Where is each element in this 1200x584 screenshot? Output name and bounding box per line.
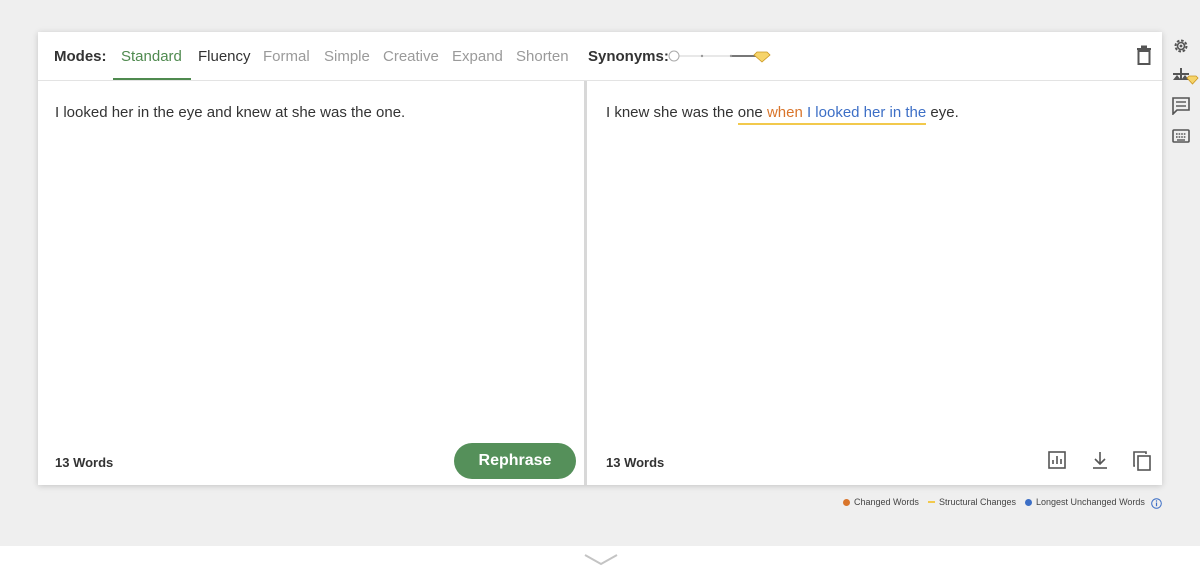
pane-divider[interactable] bbox=[584, 81, 587, 485]
legend-longest-label: Longest Unchanged Words bbox=[1036, 497, 1145, 507]
chevron-down-icon[interactable] bbox=[584, 553, 618, 567]
legend-changed-words: Changed Words bbox=[843, 497, 919, 507]
mode-tab-expand[interactable]: Expand bbox=[452, 48, 503, 65]
trash-icon[interactable] bbox=[1136, 45, 1152, 65]
output-text[interactable]: I knew she was the one when I looked her… bbox=[606, 104, 959, 125]
settings-gear-icon[interactable] bbox=[1172, 37, 1190, 55]
mode-tab-creative[interactable]: Creative bbox=[383, 48, 439, 65]
premium-diamond-icon bbox=[753, 51, 771, 63]
changed-dot-icon bbox=[843, 498, 850, 506]
statistics-icon[interactable] bbox=[1048, 451, 1066, 469]
output-segment-unchanged: I knew she was the bbox=[606, 104, 738, 121]
structural-dash-icon bbox=[928, 501, 935, 503]
rephrase-button[interactable]: Rephrase bbox=[454, 443, 576, 479]
output-word-count: 13 Words bbox=[606, 455, 665, 470]
compare-premium-icon[interactable] bbox=[1171, 66, 1199, 86]
legend-changed-label: Changed Words bbox=[854, 497, 919, 507]
output-segment-unchanged-end: eye. bbox=[926, 104, 959, 121]
paraphraser-card: Modes: Standard Fluency Formal Simple Cr… bbox=[38, 32, 1162, 485]
mode-tab-shorten[interactable]: Shorten bbox=[516, 48, 569, 65]
info-icon[interactable] bbox=[1151, 498, 1162, 509]
input-text[interactable]: I looked her in the eye and knew at she … bbox=[55, 104, 405, 121]
synonyms-label: Synonyms: bbox=[588, 48, 669, 65]
download-icon[interactable] bbox=[1091, 451, 1109, 470]
legend-structural-changes: Structural Changes bbox=[928, 497, 1016, 507]
keyboard-icon[interactable] bbox=[1172, 129, 1190, 143]
longest-dot-icon bbox=[1025, 498, 1032, 506]
copy-icon[interactable] bbox=[1132, 451, 1152, 471]
legend-structural-label: Structural Changes bbox=[939, 497, 1017, 507]
mode-tab-formal[interactable]: Formal bbox=[263, 48, 310, 65]
mode-toolbar: Modes: Standard Fluency Formal Simple Cr… bbox=[38, 32, 1162, 81]
input-word-count: 13 Words bbox=[55, 455, 114, 470]
modes-label: Modes: bbox=[54, 48, 107, 65]
output-segment-changed: when bbox=[766, 104, 803, 121]
comments-icon[interactable] bbox=[1172, 97, 1190, 115]
mode-tab-fluency[interactable]: Fluency bbox=[198, 48, 251, 65]
mode-tab-standard[interactable]: Standard bbox=[121, 48, 182, 65]
output-segment-longest-unchanged: I looked her in the bbox=[802, 104, 927, 121]
active-mode-indicator bbox=[113, 78, 191, 80]
legend-longest-unchanged: Longest Unchanged Words bbox=[1025, 497, 1145, 507]
mode-tab-simple[interactable]: Simple bbox=[324, 48, 370, 65]
synonyms-slider[interactable] bbox=[668, 48, 772, 64]
output-segment-structural: one when I looked her in the bbox=[737, 104, 927, 125]
